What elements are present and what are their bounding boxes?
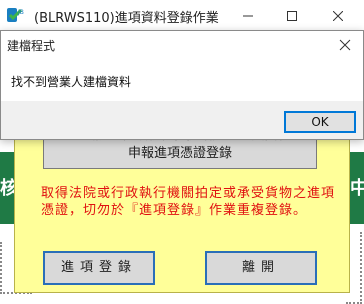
input-register-button[interactable]: 進項登錄 (43, 251, 155, 285)
registration-panel: 向法院或行政執行機關指定或承受貨物 申報進項憑證登錄 取得法院或行政執行機關拍定… (14, 128, 350, 293)
side-tab-label: 核 (0, 178, 14, 199)
close-icon (333, 11, 343, 21)
maximize-icon (287, 11, 297, 21)
dialog-footer: OK (1, 101, 363, 139)
close-icon (339, 39, 351, 51)
maximize-button[interactable] (270, 0, 314, 32)
dialog-close-button[interactable] (337, 37, 353, 53)
side-tab-label: 中 (350, 178, 364, 199)
dialog-title: 建檔程式 (7, 39, 56, 53)
svg-text:JB: JB (17, 9, 24, 16)
window-title: (BLRWS110)進項資料登錄作業 (34, 11, 219, 26)
exit-button[interactable]: 離開 (205, 251, 317, 285)
dialog-message: 找不到營業人建檔資料 (11, 75, 132, 89)
main-titlebar: JB (BLRWS110)進項資料登錄作業 (0, 0, 364, 32)
button-label-line2: 申報進項憑證登錄 (127, 146, 232, 161)
minimize-icon (243, 15, 253, 17)
minimize-button[interactable] (226, 0, 270, 32)
warning-text: 取得法院或行政執行機關拍定或承受貨物之進項憑證，切勿於『進項登錄』作業重複登錄。 (41, 186, 336, 218)
close-button[interactable] (316, 0, 360, 32)
ok-button[interactable]: OK (284, 111, 356, 133)
dialog-titlebar: 建檔程式 (1, 31, 363, 59)
message-dialog: 建檔程式 找不到營業人建檔資料 OK (0, 30, 364, 140)
app-logo-icon: JB (6, 6, 26, 24)
